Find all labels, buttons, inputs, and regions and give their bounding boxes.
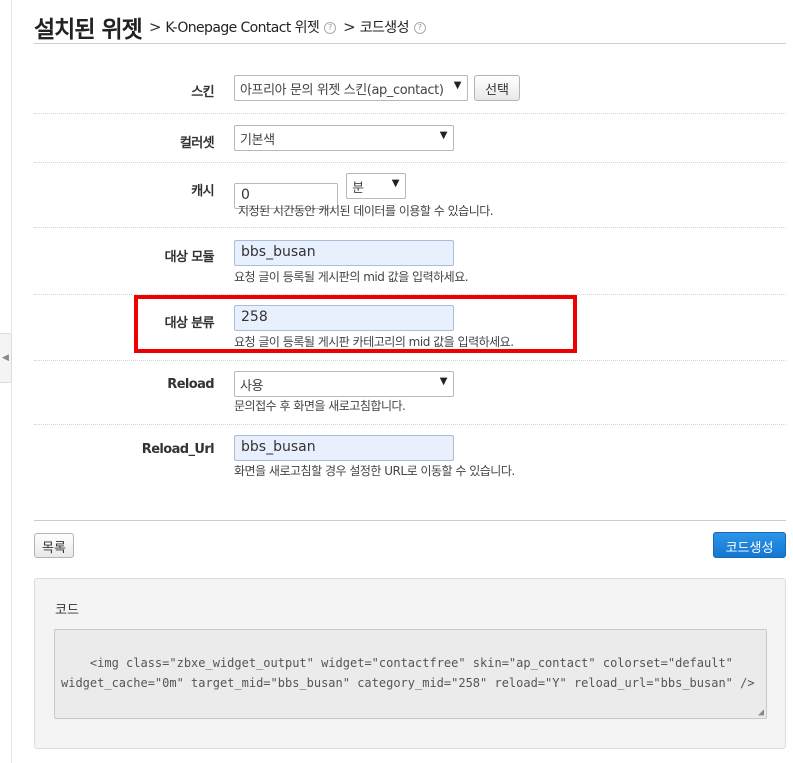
reload-description: 문의접수 후 화면을 새로고침합니다. [234, 399, 406, 413]
dropdown-arrow-icon: ▼ [453, 80, 462, 91]
breadcrumb-separator: > [343, 17, 356, 36]
reload-url-label: Reload_Url [141, 442, 215, 457]
dropdown-arrow-icon: ▼ [439, 130, 448, 141]
dropdown-arrow-icon: ▼ [439, 376, 448, 387]
skin-label: 스킨 [191, 85, 214, 100]
sidebar-toggle-button[interactable]: ◀ [0, 333, 12, 383]
page-title: 설치된 위젯 [34, 16, 143, 43]
cache-unit-select[interactable]: 분 ▼ [346, 173, 407, 199]
list-button[interactable]: 목록 [34, 533, 74, 558]
reload-select[interactable]: 사용 ▼ [234, 371, 454, 397]
skin-select[interactable]: 아프리아 문의 위젯 스킨(ap_contact) ▼ [234, 75, 468, 101]
colorset-label: 컬러셋 [179, 136, 215, 151]
target-category-row: 대상 분류 258 요청 글이 등록될 게시판 카테고리의 mid 값을 입력하… [34, 295, 786, 361]
page-header: 설치된 위젯 > K-Onepage Contact 위젯 ? > 코드생성 ? [34, 10, 786, 44]
dropdown-arrow-icon: ▼ [391, 178, 400, 189]
footer-divider [34, 520, 786, 521]
generate-code-button[interactable]: 코드생성 [713, 532, 786, 558]
breadcrumb-code-generation: 코드생성 [359, 19, 410, 36]
help-icon[interactable]: ? [324, 21, 337, 34]
breadcrumb-widget-name: K-Onepage Contact 위젯 [165, 19, 320, 36]
skin-select-value: 아프리아 문의 위젯 스킨(ap_contact) [240, 83, 444, 98]
cache-description: 지정된 시간동안 캐시된 데이터를 이용할 수 있습니다. [238, 204, 494, 218]
reload-url-input[interactable]: bbs_busan [234, 435, 454, 461]
chevron-left-icon: ◀ [2, 353, 9, 363]
reload-select-value: 사용 [240, 379, 264, 394]
target-category-description: 요청 글이 등록될 게시판 카테고리의 mid 값을 입력하세요. [234, 335, 514, 349]
skin-select-button[interactable]: 선택 [474, 75, 521, 101]
reload-url-description: 화면을 새로고침할 경우 설정한 URL로 이동할 수 있습니다. [234, 464, 515, 478]
cache-label: 캐시 [191, 184, 214, 199]
reload-label: Reload [167, 377, 214, 392]
cache-row: 캐시 0 분 ▼ 지정된 시간동안 캐시된 데이터를 이용할 수 있습니다. [34, 163, 786, 228]
resize-handle-icon[interactable]: ◢ [758, 708, 764, 718]
colorset-select[interactable]: 기본색 ▼ [234, 125, 454, 151]
cache-unit-value: 분 [352, 181, 364, 196]
target-module-label: 대상 모듈 [164, 250, 215, 265]
target-module-row: 대상 모듈 bbs_busan 요청 글이 등록될 게시판의 mid 값을 입력… [34, 228, 786, 295]
skin-row: 스킨 아프리아 문의 위젯 스킨(ap_contact) ▼ 선택 [34, 64, 786, 114]
help-icon[interactable]: ? [413, 21, 426, 34]
code-panel: 코드 <img class="zbxe_widget_output" widge… [34, 578, 786, 749]
colorset-select-value: 기본색 [240, 133, 275, 148]
target-category-label: 대상 분류 [164, 316, 215, 331]
target-module-input[interactable]: bbs_busan [234, 240, 454, 266]
colorset-row: 컬러셋 기본색 ▼ [34, 114, 786, 163]
breadcrumb-separator: > [148, 17, 162, 36]
target-category-input[interactable]: 258 [234, 305, 454, 331]
code-content: <img class="zbxe_widget_output" widget="… [61, 656, 755, 690]
reload-url-row: Reload_Url bbs_busan 화면을 새로고침할 경우 설정한 UR… [34, 425, 786, 491]
widget-settings-form: 스킨 아프리아 문의 위젯 스킨(ap_contact) ▼ 선택 컬러셋 기본… [34, 64, 786, 491]
target-module-description: 요청 글이 등록될 게시판의 mid 값을 입력하세요. [234, 270, 469, 284]
reload-row: Reload 사용 ▼ 문의접수 후 화면을 새로고침합니다. [34, 361, 786, 425]
code-textarea[interactable]: <img class="zbxe_widget_output" widget="… [54, 629, 767, 719]
code-label: 코드 [55, 603, 79, 618]
